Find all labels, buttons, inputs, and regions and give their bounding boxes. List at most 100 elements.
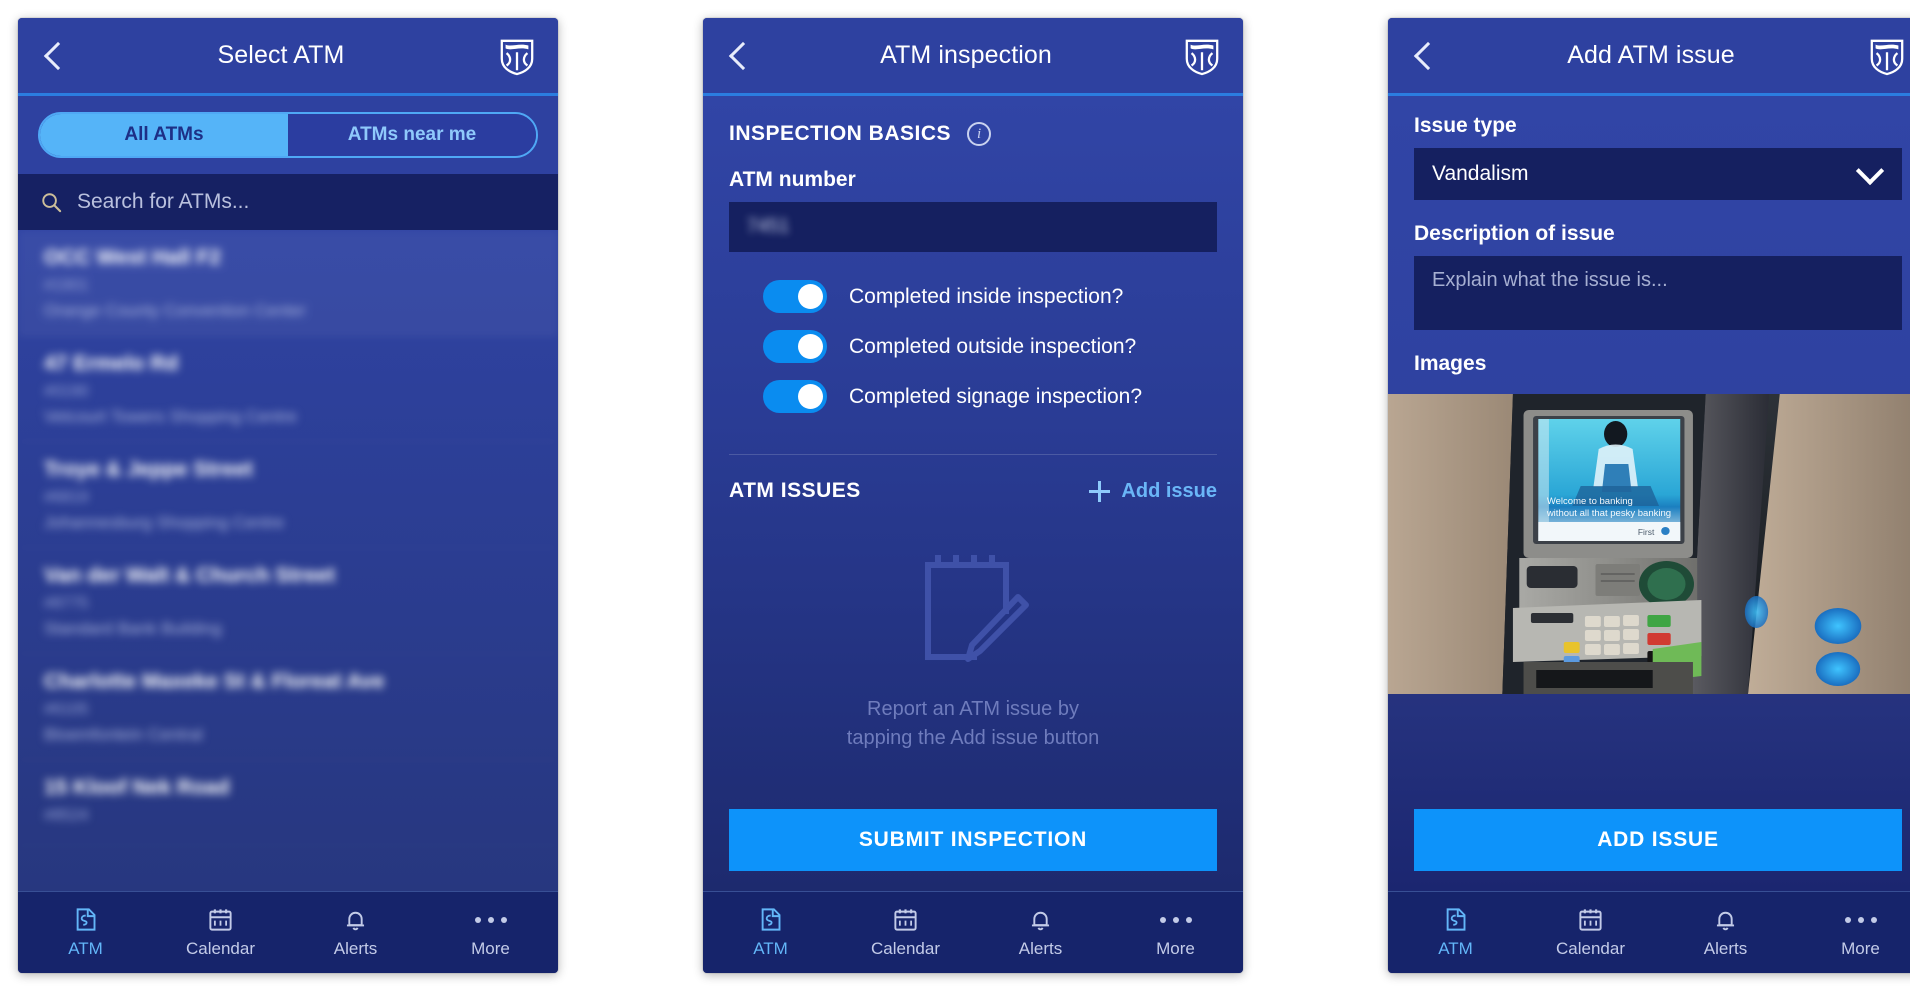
description-input[interactable]: Explain what the issue is... — [1414, 256, 1902, 330]
tab-alerts[interactable]: Alerts — [1658, 892, 1793, 973]
tab-alerts[interactable]: Alerts — [973, 892, 1108, 973]
description-label: Description of issue — [1414, 222, 1615, 245]
add-issue-button[interactable]: Add issue — [1089, 480, 1217, 503]
info-icon[interactable]: i — [967, 122, 992, 146]
list-item[interactable]: Van der Walt & Church Street #8775 Stand… — [18, 548, 558, 654]
back-button[interactable] — [725, 39, 755, 73]
toggle-signage-inspection[interactable] — [763, 380, 827, 413]
atm-place: Bloemfontein Central — [44, 725, 203, 744]
list-item[interactable]: 15 Kloof Nek Road #8524 — [18, 760, 558, 846]
bell-icon — [1031, 911, 1050, 931]
toggle-outside-inspection[interactable] — [763, 330, 827, 363]
tab-atm[interactable]: ATM — [703, 892, 838, 973]
toggle-label: Completed inside inspection? — [849, 284, 1124, 308]
screen-body: All ATMs ATMs near me Search for ATMs...… — [18, 96, 558, 891]
tab-more[interactable]: More — [1793, 892, 1910, 973]
atm-number-input[interactable]: 7451 — [729, 202, 1217, 252]
filter-segmented-control-wrap: All ATMs ATMs near me — [18, 96, 558, 174]
description-placeholder: Explain what the issue is... — [1432, 269, 1668, 291]
plus-icon — [1089, 480, 1111, 502]
segment-atms-near-me[interactable]: ATMs near me — [288, 114, 536, 156]
tab-more[interactable]: More — [1108, 892, 1243, 973]
tab-alerts[interactable]: Alerts — [288, 892, 423, 973]
svg-text:Welcome to banking: Welcome to banking — [1547, 496, 1633, 506]
section-title: INSPECTION BASICS — [729, 122, 952, 145]
bottom-tab-bar: ATM Calendar Alerts More — [1388, 891, 1910, 973]
toggle-row-signage: Completed signage inspection? — [763, 380, 1243, 413]
issue-type-select[interactable]: Vandalism — [1414, 148, 1902, 200]
inspection-form: INSPECTION BASICS i ATM number 7451 Comp… — [703, 96, 1243, 891]
empty-line-2: tapping the Add issue button — [846, 727, 1100, 749]
issue-type-value: Vandalism — [1432, 162, 1529, 185]
tab-label: More — [1841, 938, 1880, 958]
bottom-tab-bar: ATM Calendar Alerts More — [703, 891, 1243, 973]
toggle-inside-inspection[interactable] — [763, 280, 827, 313]
ellipsis-icon — [1844, 907, 1877, 933]
atm-name: Troye & Jeppe Street — [44, 458, 253, 481]
tab-more[interactable]: More — [423, 892, 558, 973]
toggle-label: Completed outside inspection? — [849, 334, 1137, 358]
bell-icon — [1716, 911, 1735, 931]
tab-calendar[interactable]: Calendar — [838, 892, 973, 973]
atm-icon — [1446, 908, 1466, 931]
calendar-icon — [1579, 909, 1602, 931]
issue-type-label: Issue type — [1414, 114, 1517, 137]
app-header: Select ATM — [18, 18, 558, 96]
tab-label: Calendar — [1556, 939, 1625, 958]
toggle-label: Completed signage inspection? — [849, 384, 1143, 408]
standard-bank-shield-icon — [500, 39, 534, 75]
empty-state-text: Report an ATM issue by tapping the Add i… — [847, 695, 1099, 753]
atm-place: Vetcourt Towers Shopping Centre — [44, 407, 297, 426]
search-input[interactable]: Search for ATMs... — [77, 190, 249, 214]
phone-screen-select-atm: Select ATM All ATMs ATMs near me Search … — [18, 18, 558, 973]
add-issue-submit-button[interactable]: ADD ISSUE — [1414, 809, 1902, 871]
atm-id: #6105 — [44, 701, 89, 718]
list-item[interactable]: Troye & Jeppe Street #6819 Johannesburg … — [18, 442, 558, 548]
atm-name: Charlotte Maxeke St & Floreat Ave — [44, 670, 385, 693]
tab-atm[interactable]: ATM — [18, 892, 153, 973]
search-icon — [42, 192, 62, 212]
atm-machine-photo[interactable]: Welcome to banking without all that pesk… — [1388, 394, 1910, 694]
submit-inspection-button[interactable]: SUBMIT INSPECTION — [729, 809, 1217, 871]
tab-calendar[interactable]: Calendar — [153, 892, 288, 973]
issues-empty-state: Report an ATM issue by tapping the Add i… — [703, 503, 1243, 809]
ellipsis-icon — [1159, 907, 1192, 933]
list-item[interactable]: OCC West Hall F2 #1901 Orange County Con… — [18, 230, 558, 336]
section-title: ATM ISSUES — [729, 479, 861, 502]
bell-icon — [346, 911, 365, 931]
segment-all-atms[interactable]: All ATMs — [40, 114, 288, 156]
tab-label: Alerts — [333, 939, 378, 958]
atm-id: #8775 — [44, 595, 89, 612]
atm-list[interactable]: OCC West Hall F2 #1901 Orange County Con… — [18, 230, 558, 891]
tab-atm[interactable]: ATM — [1388, 892, 1523, 973]
app-header: ATM inspection — [703, 18, 1243, 96]
inspection-toggles: Completed inside inspection? Completed o… — [703, 252, 1243, 446]
phone-screen-atm-inspection: ATM inspection INSPECTION BASICS i ATM n… — [703, 18, 1243, 973]
toggle-row-outside: Completed outside inspection? — [763, 330, 1243, 363]
tab-label: Alerts — [1703, 939, 1748, 958]
list-item[interactable]: Charlotte Maxeke St & Floreat Ave #6105 … — [18, 654, 558, 760]
atm-place: Johannesburg Shopping Centre — [44, 513, 285, 532]
atm-number-label: ATM number — [729, 168, 856, 191]
atm-place: Standard Bank Building — [44, 619, 222, 638]
page-title: Select ATM — [217, 41, 345, 69]
list-item[interactable]: 47 Ermelo Rd #0190 Vetcourt Towers Shopp… — [18, 336, 558, 442]
back-button[interactable] — [1410, 39, 1440, 73]
toggle-row-inside: Completed inside inspection? — [763, 280, 1243, 313]
atm-name: OCC West Hall F2 — [44, 246, 221, 269]
atm-photo-graphic: Welcome to banking without all that pesk… — [1388, 394, 1910, 694]
bottom-tab-bar: ATM Calendar Alerts More — [18, 891, 558, 973]
atm-id: #0190 — [44, 383, 89, 400]
atm-id: #8524 — [44, 807, 89, 824]
tab-label: ATM — [753, 939, 788, 958]
tab-calendar[interactable]: Calendar — [1523, 892, 1658, 973]
atm-icon — [76, 908, 96, 931]
tab-label: More — [1156, 938, 1195, 958]
standard-bank-shield-icon — [1870, 39, 1904, 75]
tab-label: Alerts — [1018, 939, 1063, 958]
tab-label: ATM — [68, 939, 103, 958]
back-button[interactable] — [40, 39, 70, 73]
tab-label: Calendar — [186, 939, 255, 958]
svg-text:First: First — [1638, 528, 1655, 537]
search-bar[interactable]: Search for ATMs... — [18, 174, 558, 230]
